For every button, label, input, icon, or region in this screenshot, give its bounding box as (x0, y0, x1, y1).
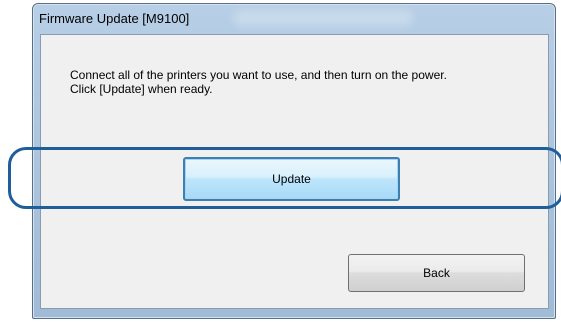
title-bar[interactable]: Firmware Update [M9100] (33, 4, 555, 34)
update-button[interactable]: Update (183, 157, 400, 201)
dialog-content: Connect all of the printers you want to … (40, 34, 549, 309)
window-title: Firmware Update [M9100] (39, 11, 190, 26)
firmware-update-dialog: Firmware Update [M9100] Connect all of t… (32, 3, 556, 319)
back-button[interactable]: Back (348, 254, 525, 292)
instruction-message: Connect all of the printers you want to … (70, 68, 540, 96)
title-bar-glow (233, 10, 413, 26)
instruction-line-1: Connect all of the printers you want to … (70, 68, 447, 82)
instruction-line-2: Click [Update] when ready. (70, 82, 213, 96)
